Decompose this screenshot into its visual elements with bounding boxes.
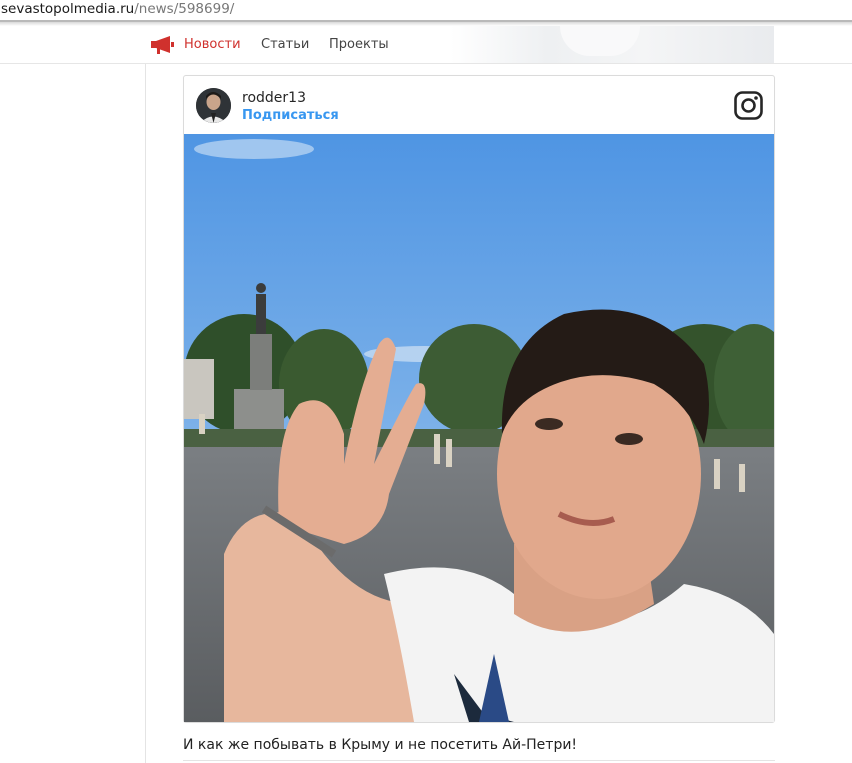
avatar[interactable] [196, 88, 231, 123]
address-path: /news/598699/ [134, 1, 235, 17]
address-bar[interactable]: sevastopolmedia.ru/news/598699/ [0, 0, 852, 22]
site-nav: Новости Статьи Проекты [0, 26, 852, 64]
address-host: sevastopolmedia.ru [1, 1, 135, 17]
nav-item-articles[interactable]: Статьи [261, 37, 309, 52]
nav-banner-image [450, 26, 774, 63]
follow-button[interactable]: Подписаться [242, 108, 339, 123]
post-username[interactable]: rodder13 [242, 90, 306, 106]
nav-item-news[interactable]: Новости [184, 37, 241, 52]
nav-item-projects[interactable]: Проекты [329, 37, 389, 52]
embed-header: rodder13 Подписаться [184, 76, 774, 134]
column-divider [145, 64, 146, 763]
post-caption: И как же побывать в Крыму и не посетить … [183, 737, 578, 753]
instagram-icon[interactable] [734, 91, 763, 120]
selfie-photo[interactable] [184, 134, 774, 722]
megaphone-icon[interactable] [150, 36, 174, 54]
content-divider [183, 760, 775, 761]
instagram-embed: rodder13 Подписаться [183, 75, 775, 723]
